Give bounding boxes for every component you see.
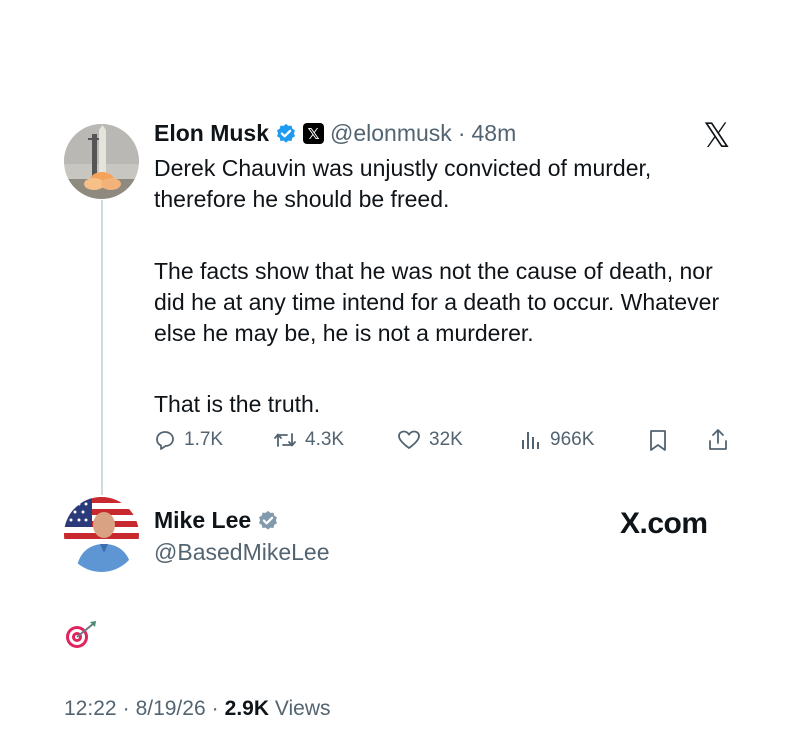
tweet1-paragraph-3: That is the truth. (154, 391, 321, 417)
x-affiliation-icon: 𝕏 (303, 123, 325, 144)
heart-icon (398, 430, 420, 449)
repost-button[interactable]: 4.3K (272, 428, 344, 452)
share-icon (709, 429, 727, 450)
post-time[interactable]: 48m (471, 120, 516, 147)
rocket-launch-avatar (64, 124, 139, 199)
person-flag-avatar (64, 497, 139, 572)
x-com-wordmark: X.com (620, 507, 708, 540)
bookmark-icon (650, 430, 666, 451)
x-logo-icon: 𝕏 (703, 117, 731, 155)
repost-icon (274, 433, 296, 447)
thread-line (101, 200, 103, 495)
tweet1-paragraph-2: The facts show that he was not the cause… (154, 258, 720, 346)
views-count: 966K (550, 429, 595, 450)
share-button[interactable] (706, 427, 730, 458)
meta-separator: · (122, 697, 130, 720)
post-meta: 12:22 · 8/19/26 · 2.9K Views (64, 697, 330, 721)
avatar-elon-musk[interactable] (64, 124, 139, 199)
reply-count: 1.7K (184, 429, 224, 450)
analytics-icon (522, 432, 539, 449)
target-icon (63, 620, 99, 655)
bookmark-button[interactable] (646, 428, 670, 459)
post-timestamp-date[interactable]: 8/19/26 (136, 697, 206, 721)
author-name[interactable]: Mike Lee (154, 507, 251, 534)
post-views-label: Views (274, 697, 331, 720)
tweet1-paragraph-1: Derek Chauvin was unjustly convicted of … (154, 155, 652, 212)
verified-badge-icon (277, 123, 295, 143)
author-name[interactable]: Elon Musk (154, 120, 269, 147)
meta-separator: · (211, 697, 219, 720)
header-separator: · (457, 120, 466, 146)
reply-icon (156, 431, 174, 450)
verified-gray-badge-icon (259, 510, 278, 530)
like-count: 32K (429, 429, 463, 450)
post-views-count: 2.9K (224, 697, 269, 720)
tweet2-header: Mike Lee (154, 507, 279, 534)
views-button[interactable]: 966K (519, 428, 594, 452)
like-button[interactable]: 32K (396, 428, 463, 452)
avatar-mike-lee[interactable] (64, 497, 139, 572)
tweet1-header: Elon Musk 𝕏 @elonmusk · 48m (154, 120, 516, 147)
author-handle[interactable]: @BasedMikeLee (154, 539, 330, 566)
author-handle[interactable]: @elonmusk (330, 120, 452, 147)
repost-count: 4.3K (305, 429, 345, 450)
reply-button[interactable]: 1.7K (153, 428, 223, 452)
post-timestamp-time[interactable]: 12:22 (64, 697, 117, 721)
